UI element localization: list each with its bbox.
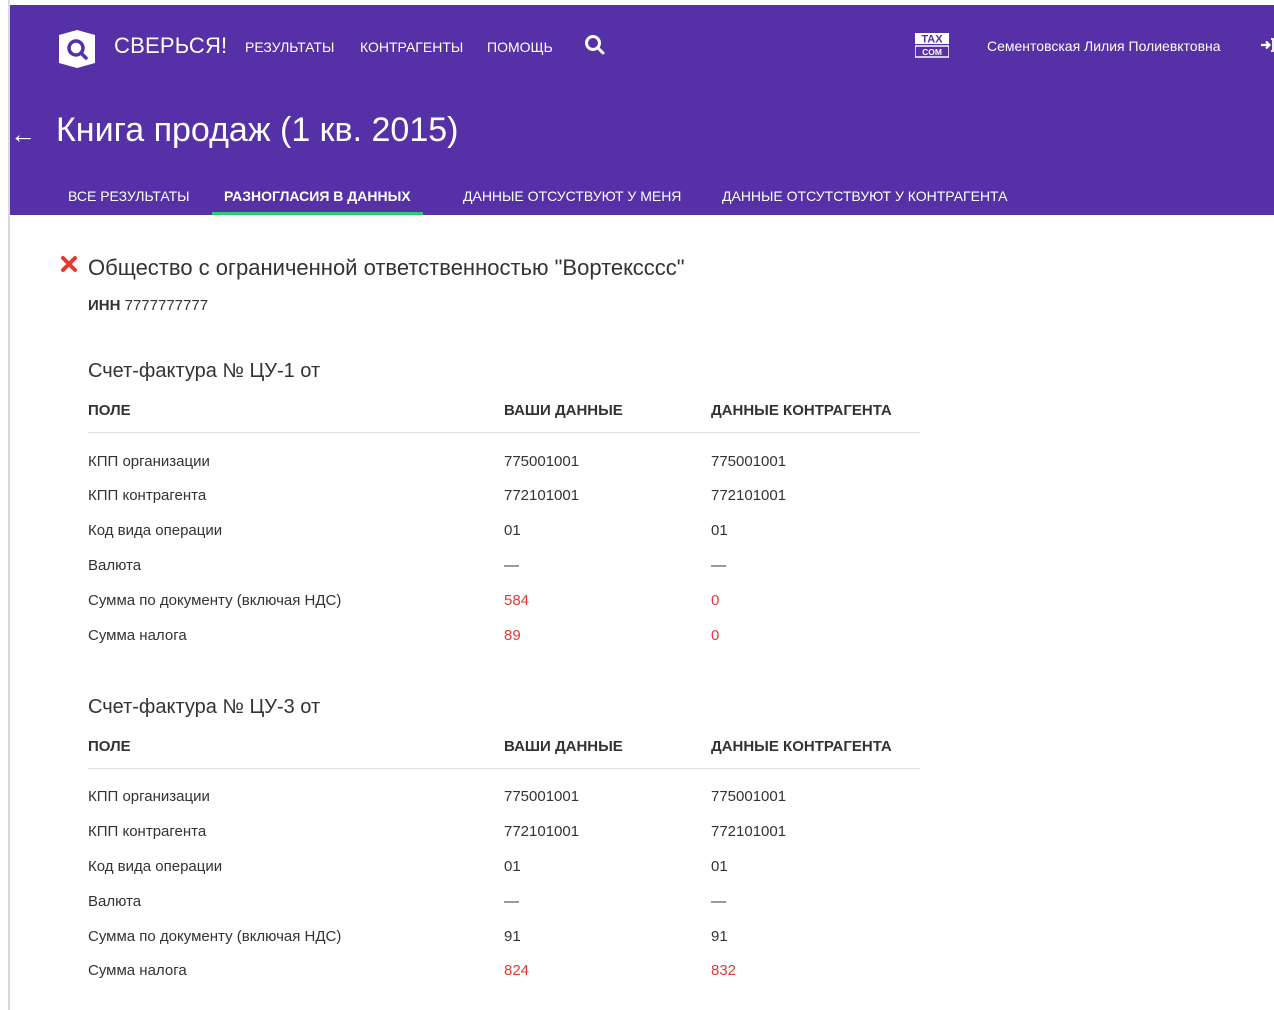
header-divider xyxy=(88,768,920,769)
error-x-icon xyxy=(61,256,77,272)
counterparty-cell: — xyxy=(711,557,726,574)
yours-cell: 01 xyxy=(504,858,521,875)
svg-text:TAX: TAX xyxy=(921,34,943,46)
page-title: Книга продаж (1 кв. 2015) xyxy=(56,111,459,149)
table-row: КПП организации 775001001 775001001 xyxy=(88,453,920,488)
tabs-bar: ВСЕ РЕЗУЛЬТАТЫ РАЗНОГЛАСИЯ В ДАННЫХ ДАНН… xyxy=(10,179,1274,215)
yours-cell: 775001001 xyxy=(504,788,580,805)
svg-text:COM: COM xyxy=(922,47,942,57)
invoice-title: Счет-фактура № ЦУ-1 от xyxy=(88,360,321,382)
column-header-yours: ВАШИ ДАННЫЕ xyxy=(504,402,623,419)
invoice-title: Счет-фактура № ЦУ-3 от xyxy=(88,696,321,718)
table-row: Сумма по документу (включая НДС) 584 0 xyxy=(88,592,920,627)
organization-name: Общество с ограниченной ответственностью… xyxy=(88,255,685,280)
counterparty-cell: 775001001 xyxy=(711,788,787,805)
table-row: Сумма налога 89 0 xyxy=(88,627,920,662)
field-cell: Сумма налога xyxy=(88,627,187,644)
nav-help[interactable]: ПОМОЩЬ xyxy=(487,39,553,55)
counterparty-cell-diff: 0 xyxy=(711,627,720,644)
logout-icon[interactable] xyxy=(1260,38,1274,52)
yours-cell: 772101001 xyxy=(504,823,580,840)
tab-data-discrepancies[interactable]: РАЗНОГЛАСИЯ В ДАННЫХ xyxy=(212,179,423,215)
table-row: Код вида операции 01 01 xyxy=(88,522,920,557)
logo-icon[interactable] xyxy=(55,27,99,71)
nav-counterparties[interactable]: КОНТРАГЕНТЫ xyxy=(360,39,463,55)
field-cell: КПП организации xyxy=(88,788,210,805)
field-cell: Валюта xyxy=(88,557,142,574)
counterparty-cell: 91 xyxy=(711,928,728,945)
field-cell: КПП организации xyxy=(88,453,210,470)
yours-cell: 91 xyxy=(504,928,521,945)
top-navbar: СВЕРЬСЯ! РЕЗУЛЬТАТЫ КОНТРАГЕНТЫ ПОМОЩЬ T… xyxy=(10,5,1274,85)
inn-label: ИНН xyxy=(88,297,121,314)
column-header-field: ПОЛЕ xyxy=(88,738,131,755)
table-row: Код вида операции 01 01 xyxy=(88,858,920,893)
brand-name[interactable]: СВЕРЬСЯ! xyxy=(114,33,227,59)
table-row: Сумма по документу (включая НДС) 91 91 xyxy=(88,928,920,963)
yours-cell-diff: 584 xyxy=(504,592,530,609)
yours-cell: 01 xyxy=(504,522,521,539)
nav-results[interactable]: РЕЗУЛЬТАТЫ xyxy=(245,39,334,55)
back-arrow-icon[interactable]: ← xyxy=(10,119,36,150)
user-name[interactable]: Сементовская Лилия Полиевктовна xyxy=(987,38,1221,54)
counterparty-cell: 01 xyxy=(711,858,728,875)
field-cell: Валюта xyxy=(88,893,142,910)
yours-cell: 775001001 xyxy=(504,453,580,470)
field-cell: КПП контрагента xyxy=(88,487,207,504)
inn-line: ИНН 7777777777 xyxy=(88,297,208,314)
column-header-yours: ВАШИ ДАННЫЕ xyxy=(504,738,623,755)
table-row: Сумма налога 824 832 xyxy=(88,962,920,997)
column-header-counterparty: ДАННЫЕ КОНТРАГЕНТА xyxy=(711,402,892,419)
search-icon[interactable] xyxy=(584,34,606,56)
column-header-field: ПОЛЕ xyxy=(88,402,131,419)
field-cell: Сумма налога xyxy=(88,962,187,979)
inn-value: 7777777777 xyxy=(124,297,209,314)
yours-cell: — xyxy=(504,557,519,574)
tab-all-results[interactable]: ВСЕ РЕЗУЛЬТАТЫ xyxy=(56,179,202,215)
counterparty-cell-diff: 832 xyxy=(711,962,737,979)
field-cell: Сумма по документу (включая НДС) xyxy=(88,928,342,945)
table-row: Валюта — — xyxy=(88,893,920,928)
yours-cell-diff: 824 xyxy=(504,962,530,979)
table-row: КПП организации 775001001 775001001 xyxy=(88,788,920,823)
counterparty-cell: 772101001 xyxy=(711,487,787,504)
yours-cell: — xyxy=(504,893,519,910)
yours-cell: 772101001 xyxy=(504,487,580,504)
column-header-counterparty: ДАННЫЕ КОНТРАГЕНТА xyxy=(711,738,892,755)
field-cell: Сумма по документу (включая НДС) xyxy=(88,592,342,609)
counterparty-cell: 01 xyxy=(711,522,728,539)
table-row: КПП контрагента 772101001 772101001 xyxy=(88,487,920,522)
app-header: СВЕРЬСЯ! РЕЗУЛЬТАТЫ КОНТРАГЕНТЫ ПОМОЩЬ T… xyxy=(10,5,1274,215)
counterparty-cell: 772101001 xyxy=(711,823,787,840)
counterparty-cell: 775001001 xyxy=(711,453,787,470)
taxcom-logo: TAX COM xyxy=(915,33,949,58)
field-cell: Код вида операции xyxy=(88,858,223,875)
tab-missing-for-counterparty[interactable]: ДАННЫЕ ОТСУТСТВУЮТ У КОНТРАГЕНТА xyxy=(710,179,1019,215)
table-row: КПП контрагента 772101001 772101001 xyxy=(88,823,920,858)
field-cell: КПП контрагента xyxy=(88,823,207,840)
tab-missing-for-me[interactable]: ДАННЫЕ ОТСУСТВУЮТ У МЕНЯ xyxy=(451,179,693,215)
field-cell: Код вида операции xyxy=(88,522,223,539)
counterparty-cell-diff: 0 xyxy=(711,592,720,609)
counterparty-cell: — xyxy=(711,893,726,910)
table-row: Валюта — — xyxy=(88,557,920,592)
yours-cell-diff: 89 xyxy=(504,627,521,644)
header-divider xyxy=(88,432,920,433)
